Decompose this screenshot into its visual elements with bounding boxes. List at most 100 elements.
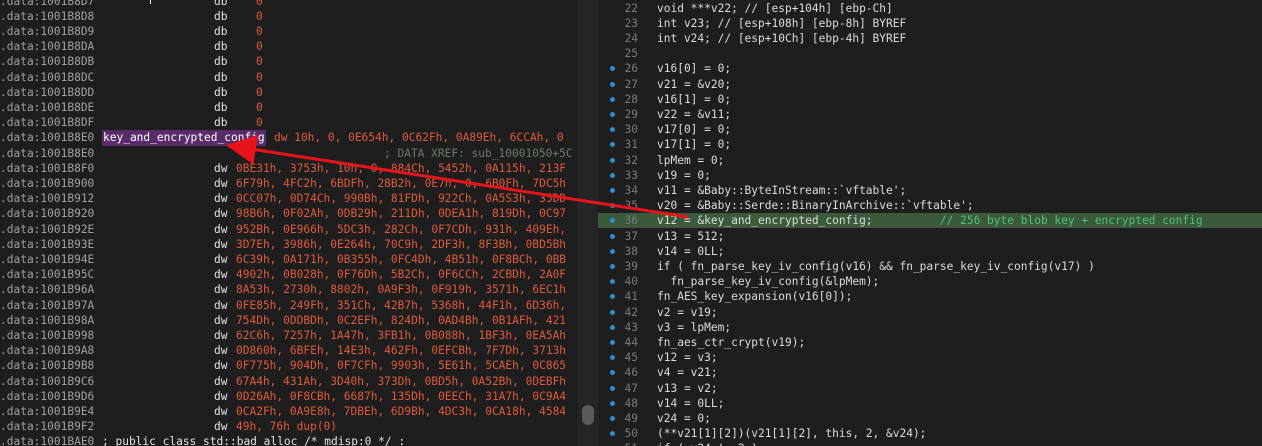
listing-row[interactable]: .data:1001B8DA db 0: [0, 39, 578, 54]
breakpoint-dot-icon[interactable]: [610, 248, 615, 254]
address[interactable]: .data:1001B900: [0, 176, 94, 191]
code-line[interactable]: 44 fn_aes_ctr_crypt(v19);: [598, 335, 1262, 350]
listing-row[interactable]: .data:1001B92E dw 952Bh, 0E966h, 5DC3h, 28…: [0, 222, 578, 237]
address[interactable]: .data:1001B9E4: [0, 404, 94, 419]
address[interactable]: .data:1001B93E: [0, 237, 94, 252]
address[interactable]: .data:1001B98A: [0, 313, 94, 328]
scrollbar-thumb[interactable]: [582, 405, 594, 425]
code-line[interactable]: 50 (**v21[1][2])(v21[1][2], this, 2, &v24…: [598, 426, 1262, 441]
listing-row[interactable]: .data:1001B8E0 key_and_encrypted_config dw…: [0, 130, 578, 146]
code-line[interactable]: 23 int v23; // [esp+108h] [ebp-8h] BYREF: [598, 16, 1262, 31]
code-text[interactable]: v16[0] = 0;: [657, 61, 731, 76]
code-line[interactable]: 43 v3 = lpMem;: [598, 320, 1262, 335]
breakpoint-dot-icon[interactable]: [610, 142, 615, 148]
xref-comment[interactable]: ; DATA XREF: sub_10001050+5C: [384, 146, 573, 161]
listing-row[interactable]: .data:1001B98A dw 754Dh, 0DDBDh, 0C2EFh, 8…: [0, 313, 578, 328]
address[interactable]: .data:1001B9F2: [0, 419, 94, 434]
listing-row[interactable]: .data:1001B9B8 dw 0F775h, 904Dh, 0F7CFh, 9…: [0, 358, 578, 373]
address[interactable]: .data:1001B8DC: [0, 70, 94, 85]
address[interactable]: .data:1001B8D7: [0, 0, 94, 9]
pseudocode-view[interactable]: 22 void ***v22; // [esp+104h] [ebp-Ch] 23 i…: [598, 0, 1262, 446]
address[interactable]: .data:1001B8F0: [0, 161, 94, 176]
listing-row[interactable]: .data:1001BAE0 ; public class std::bad_al…: [0, 434, 578, 446]
listing-row[interactable]: .data:1001B8DD db 0: [0, 85, 578, 100]
code-line[interactable]: 32 lpMem = 0;: [598, 153, 1262, 168]
code-text[interactable]: int v24; // [esp+10Ch] [ebp-4h] BYREF: [657, 31, 906, 46]
code-text[interactable]: v20 = &Baby::Serde::BinaryInArchive::`vf…: [657, 198, 974, 213]
code-line[interactable]: 47 v13 = v2;: [598, 381, 1262, 396]
code-line[interactable]: 40 fn_parse_key_iv_config(&lpMem);: [598, 274, 1262, 289]
listing-row[interactable]: .data:1001B900 dw 6F79h, 4FC2h, 6BDFh, 28B…: [0, 176, 578, 191]
breakpoint-dot-icon[interactable]: [610, 233, 615, 239]
listing-row[interactable]: .data:1001B8DC db 0: [0, 70, 578, 85]
code-text[interactable]: v11 = &Baby::ByteInStream::`vftable';: [657, 183, 906, 198]
code-text[interactable]: if ( v24 != 2 ): [657, 441, 758, 446]
breakpoint-dot-icon[interactable]: [610, 157, 615, 163]
code-line[interactable]: 39 if ( fn_parse_key_iv_config(v16) && fn…: [598, 259, 1262, 274]
code-line[interactable]: 37 v13 = 512;: [598, 229, 1262, 244]
code-text[interactable]: int v23; // [esp+108h] [ebp-8h] BYREF: [657, 16, 906, 31]
listing-row[interactable]: .data:1001B9D6 dw 0D26Ah, 0F8CBh, 6687h, 1…: [0, 389, 578, 404]
address[interactable]: .data:1001B9A8: [0, 343, 94, 358]
code-line[interactable]: 29 v22 = &v11;: [598, 107, 1262, 122]
address[interactable]: .data:1001B97A: [0, 298, 94, 313]
breakpoint-dot-icon[interactable]: [610, 294, 615, 300]
listing-row[interactable]: .data:1001B8F0 dw 0BE31h, 3753h, 10h, 0, 8…: [0, 161, 578, 176]
breakpoint-dot-icon[interactable]: [610, 309, 615, 315]
address[interactable]: .data:1001B95C: [0, 267, 94, 282]
breakpoint-dot-icon[interactable]: [610, 203, 615, 209]
listing-row[interactable]: .data:1001B95C dw 4902h, 0B028h, 0F76Dh, 5…: [0, 267, 578, 282]
address[interactable]: .data:1001B92E: [0, 222, 94, 237]
code-text[interactable]: void ***v22; // [esp+104h] [ebp-Ch]: [657, 1, 893, 16]
code-text[interactable]: v21 = &v20;: [657, 77, 731, 92]
listing-row[interactable]: .data:1001B8DE db 0: [0, 100, 578, 115]
breakpoint-dot-icon[interactable]: [610, 218, 615, 224]
code-text[interactable]: v19 = 0;: [657, 168, 711, 183]
vertical-scrollbar[interactable]: [578, 0, 598, 446]
code-line[interactable]: 25: [598, 46, 1262, 61]
breakpoint-dot-icon[interactable]: [610, 355, 615, 361]
code-line[interactable]: 33 v19 = 0;: [598, 168, 1262, 183]
address[interactable]: .data:1001B9B8: [0, 358, 94, 373]
listing-row[interactable]: .data:1001B97A dw 0FE85h, 249Fh, 351Ch, 42…: [0, 298, 578, 313]
breakpoint-dot-icon[interactable]: [610, 172, 615, 178]
address[interactable]: .data:1001B96A: [0, 282, 94, 297]
code-text[interactable]: if ( fn_parse_key_iv_config(v16) && fn_p…: [657, 259, 1095, 274]
code-line[interactable]: 31 v17[1] = 0;: [598, 137, 1262, 152]
code-text[interactable]: v24 = 0;: [657, 411, 711, 426]
code-text[interactable]: v14 = 0LL;: [657, 244, 724, 259]
listing-row[interactable]: .data:1001B8DF db 0: [0, 115, 578, 130]
listing-row[interactable]: .data:1001B8D8 db 0: [0, 9, 578, 24]
code-text[interactable]: v17[1] = 0;: [657, 137, 731, 152]
address[interactable]: .data:1001B998: [0, 328, 94, 343]
listing-row[interactable]: .data:1001B94E dw 6C39h, 0A171h, 0B355h, 0…: [0, 252, 578, 267]
listing-row[interactable]: .data:1001B8D9 db 0: [0, 24, 578, 39]
address[interactable]: .data:1001B8DD: [0, 85, 94, 100]
address[interactable]: .data:1001B8D9: [0, 24, 94, 39]
listing-row[interactable]: .data:1001B9F2 dw 49h, 76h dup(0): [0, 419, 578, 434]
code-text[interactable]: v12 = &key_and_encrypted_config; // 256 …: [657, 213, 1203, 228]
label-key-and-encrypted-config[interactable]: key_and_encrypted_config: [102, 130, 266, 146]
code-text[interactable]: fn_aes_ctr_crypt(v19);: [657, 335, 805, 350]
code-text[interactable]: v22 = &v11;: [657, 107, 731, 122]
listing-row[interactable]: .data:1001B9C6 dw 67A4h, 431Ah, 3D40h, 373…: [0, 374, 578, 389]
breakpoint-dot-icon[interactable]: [610, 324, 615, 330]
code-line[interactable]: 51 if ( v24 != 2 ): [598, 441, 1262, 446]
code-line-highlighted[interactable]: 36 v12 = &key_and_encrypted_config; // 25…: [598, 213, 1262, 229]
code-line[interactable]: 45 v12 = v3;: [598, 350, 1262, 365]
address[interactable]: .data:1001B8DB: [0, 54, 94, 69]
code-text[interactable]: v3 = lpMem;: [657, 320, 731, 335]
listing-row[interactable]: .data:1001B912 dw 0CC07h, 0D74Ch, 990Bh, 8…: [0, 191, 578, 206]
address[interactable]: .data:1001B920: [0, 206, 94, 221]
breakpoint-dot-icon[interactable]: [610, 415, 615, 421]
breakpoint-dot-icon[interactable]: [610, 96, 615, 102]
listing-row[interactable]: .data:1001B8D7 db 0: [0, 0, 578, 9]
code-text[interactable]: v16[1] = 0;: [657, 92, 731, 107]
code-line[interactable]: 35 v20 = &Baby::Serde::BinaryInArchive::`…: [598, 198, 1262, 213]
code-text[interactable]: fn_AES_key_expansion(v16[0]);: [657, 289, 852, 304]
code-text[interactable]: (**v21[1][2])(v21[1][2], this, 2, &v24);: [657, 426, 926, 441]
address[interactable]: .data:1001B8E0: [0, 130, 94, 145]
breakpoint-dot-icon[interactable]: [610, 81, 615, 87]
listing-row[interactable]: .data:1001B8E0 ; DATA XREF: sub_10001050+…: [0, 146, 578, 161]
breakpoint-dot-icon[interactable]: [610, 111, 615, 117]
